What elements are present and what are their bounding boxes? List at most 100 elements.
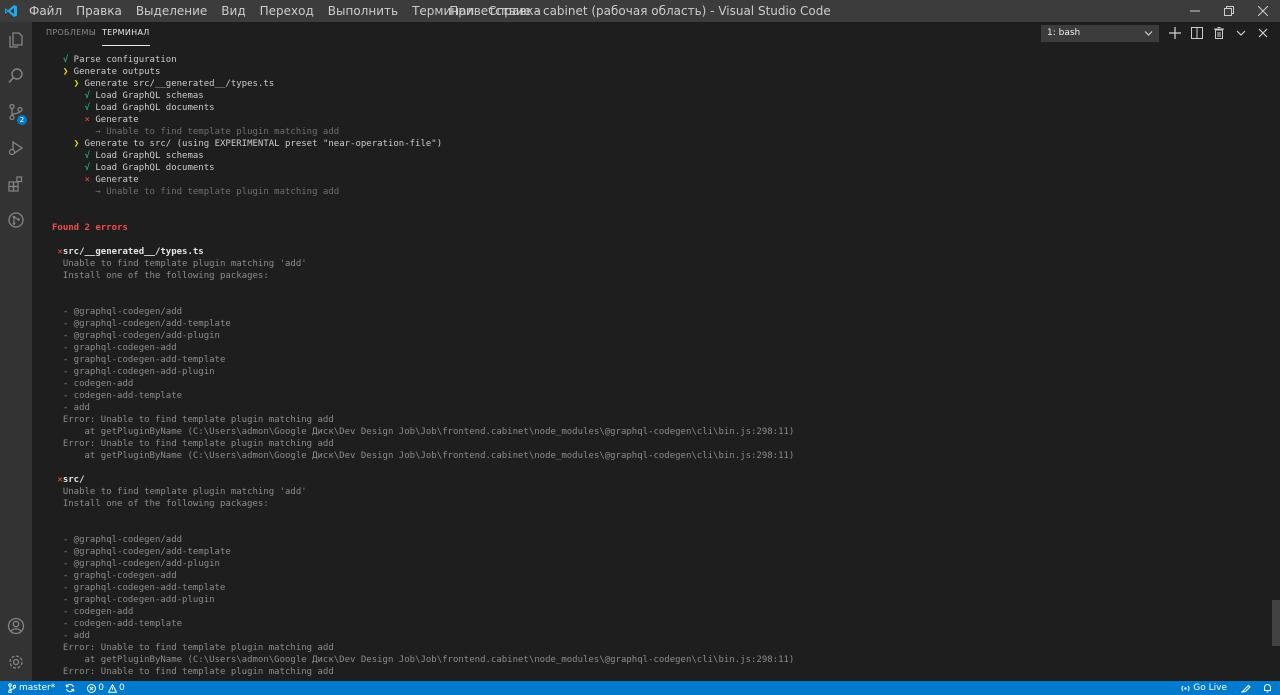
terminal-text: Install one of the following packages: <box>62 271 269 281</box>
terminal-output[interactable]: √ Parse configuration ❯ Generate outputs… <box>52 54 1262 681</box>
terminal-indent <box>52 367 63 377</box>
terminal-indent <box>52 331 63 341</box>
terminal-indent <box>52 499 63 509</box>
go-live-button[interactable]: Go Live <box>1177 681 1237 695</box>
terminal-line: - graphql-codegen-add-plugin <box>52 594 215 606</box>
close-icon[interactable] <box>1246 0 1280 22</box>
terminal-text: - graphql-codegen-add-plugin <box>62 595 215 605</box>
terminal-indent <box>52 415 63 425</box>
terminal-text: - graphql-codegen-add-template <box>62 355 226 365</box>
terminal-line: - @graphql-codegen/add-template <box>52 318 231 330</box>
terminal-text: Generate <box>89 175 139 185</box>
terminal-select[interactable]: 1: bash <box>1041 25 1159 42</box>
chevron-down-icon[interactable] <box>1233 25 1249 41</box>
menu-item[interactable]: Справка <box>481 0 548 22</box>
terminal-indent <box>52 655 85 665</box>
restore-icon[interactable] <box>1212 0 1246 22</box>
terminal-indent <box>52 667 63 677</box>
terminal-indent <box>52 55 63 65</box>
run-debug-icon[interactable] <box>0 130 32 166</box>
trash-icon[interactable] <box>1211 25 1227 41</box>
close-panel-icon[interactable] <box>1255 25 1271 41</box>
terminal-indent <box>52 535 63 545</box>
terminal-line: ❯ Generate outputs <box>52 66 161 78</box>
terminal-indent <box>52 355 63 365</box>
sync-icon[interactable] <box>59 681 79 695</box>
terminal-indent <box>52 439 63 449</box>
terminal-line: ✕src/__generated__/types.ts <box>52 246 204 258</box>
terminal-text: Install one of the following packages: <box>62 499 269 509</box>
terminal-line: Install one of the following packages: <box>52 498 269 510</box>
files-icon[interactable] <box>0 22 32 58</box>
terminal-indent <box>52 151 85 161</box>
tab-problems[interactable]: ПРОБЛЕМЫ <box>46 22 96 46</box>
extensions-icon[interactable] <box>0 166 32 202</box>
terminal-line: ✕src/ <box>52 474 85 486</box>
minimize-icon[interactable] <box>1178 0 1212 22</box>
terminal-line: √ Load GraphQL documents <box>52 102 215 114</box>
terminal-indent <box>52 115 85 125</box>
error-count: 0 <box>98 683 104 693</box>
menu-item[interactable]: Переход <box>253 0 321 22</box>
terminal-line: - codegen-add-template <box>52 390 182 402</box>
terminal-text: Generate <box>89 115 139 125</box>
chevron-down-icon <box>1144 26 1153 47</box>
terminal-line: ❯ Generate to src/ (using EXPERIMENTAL p… <box>52 138 442 150</box>
terminal-text: src/__generated__/types.ts <box>62 247 204 257</box>
feedback-icon[interactable] <box>1237 681 1259 695</box>
split-terminal-icon[interactable] <box>1189 25 1205 41</box>
terminal-text: Unable to find template plugin matching … <box>62 487 307 497</box>
menu-item[interactable]: Выполнить <box>321 0 405 22</box>
tab-terminal[interactable]: ТЕРМИНАЛ <box>102 22 150 46</box>
terminal-text: - graphql-codegen-add-plugin <box>62 367 215 377</box>
terminal-text: Error: Unable to find template plugin ma… <box>62 415 334 425</box>
menu-item[interactable]: Терминал <box>405 0 481 22</box>
menu-item[interactable]: Вид <box>214 0 252 22</box>
terminal-line: Unable to find template plugin matching … <box>52 258 307 270</box>
menu-item[interactable]: Правка <box>69 0 129 22</box>
terminal-line: - codegen-add <box>52 378 133 390</box>
terminal-line: - codegen-add-template <box>52 618 182 630</box>
terminal-scrollbar[interactable] <box>1272 600 1280 646</box>
terminal-indent <box>52 583 63 593</box>
terminal-indent <box>52 547 63 557</box>
terminal-line: Error: Unable to find template plugin ma… <box>52 414 334 426</box>
terminal-text: Parse configuration <box>68 55 177 65</box>
terminal-text: - @graphql-codegen/add <box>62 307 183 317</box>
search-icon[interactable] <box>0 58 32 94</box>
terminal-text: src/ <box>62 475 85 485</box>
terminal-line: - @graphql-codegen/add-plugin <box>52 558 220 570</box>
notifications-bell-icon[interactable] <box>1259 681 1280 695</box>
title-bar: Файл Правка Выделение Вид Переход Выполнить Те… <box>0 0 1280 22</box>
account-icon[interactable] <box>0 608 32 644</box>
activity-bar: 2 <box>0 22 32 681</box>
terminal-text: Load GraphQL documents <box>89 163 215 173</box>
terminal-line: √ Load GraphQL schemas <box>52 150 204 162</box>
source-control-icon[interactable]: 2 <box>0 94 32 130</box>
terminal-line: × Generate <box>52 174 139 186</box>
new-terminal-icon[interactable] <box>1167 25 1183 41</box>
terminal-text: - codegen-add-template <box>62 619 183 629</box>
terminal-indent <box>52 79 74 89</box>
terminal-indent <box>52 67 63 77</box>
terminal-line: - @graphql-codegen/add-plugin <box>52 330 220 342</box>
terminal-text: - codegen-add <box>62 607 134 617</box>
menu-item[interactable]: Выделение <box>129 0 214 22</box>
status-bar: master* 0 0 Go Live <box>0 681 1280 695</box>
git-graph-icon[interactable] <box>0 202 32 238</box>
terminal-indent <box>52 319 63 329</box>
terminal-indent <box>52 91 85 101</box>
terminal-select-value: 1: bash <box>1047 28 1081 38</box>
terminal-text: → Unable to find template plugin matchin… <box>95 127 340 137</box>
settings-gear-icon[interactable] <box>0 644 32 680</box>
terminal-indent <box>52 619 63 629</box>
terminal-indent <box>52 259 63 269</box>
terminal-line: Unable to find template plugin matching … <box>52 486 307 498</box>
menu-item[interactable]: Файл <box>22 0 69 22</box>
branch-indicator[interactable]: master* <box>0 681 59 695</box>
terminal-indent <box>52 343 63 353</box>
terminal-indent <box>52 643 63 653</box>
problems-indicator[interactable]: 0 0 <box>79 681 128 695</box>
terminal-line: - graphql-codegen-add <box>52 570 177 582</box>
terminal-indent <box>52 391 63 401</box>
